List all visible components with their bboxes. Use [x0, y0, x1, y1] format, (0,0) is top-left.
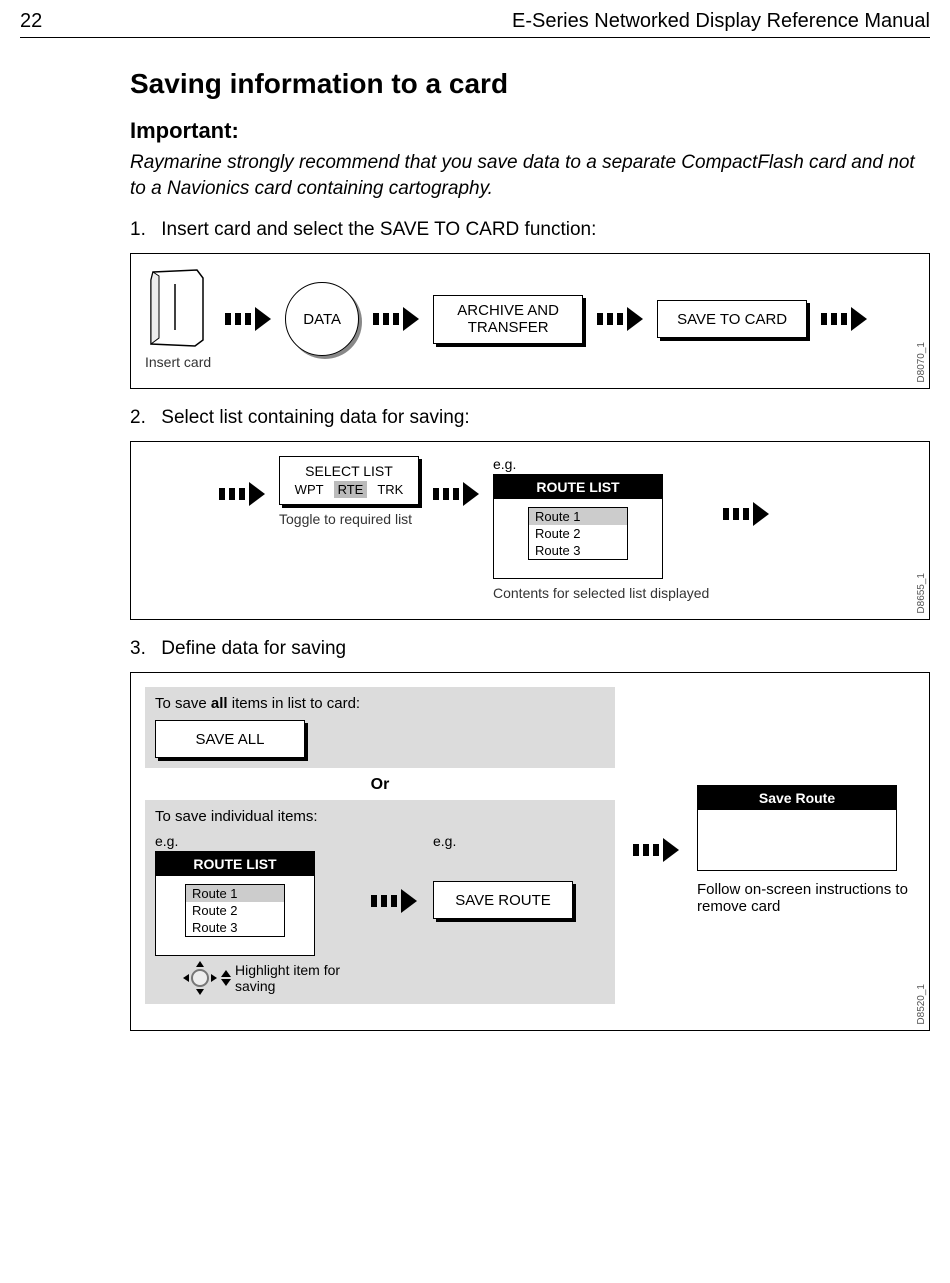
save-to-card-button[interactable]: SAVE TO CARD: [657, 300, 807, 338]
step-2-num: 2.: [130, 407, 156, 429]
compactflash-card-icon: [145, 268, 211, 348]
route-item-1[interactable]: Route 1: [529, 508, 627, 525]
important-note: Raymarine strongly recommend that you sa…: [130, 150, 930, 201]
toggle-caption: Toggle to required list: [279, 511, 419, 527]
step-1-num: 1.: [130, 219, 156, 241]
data-button[interactable]: DATA: [285, 282, 359, 356]
page-number: 22: [20, 10, 42, 33]
route-listbox[interactable]: Route 1 Route 2 Route 3: [528, 507, 628, 560]
step-3-text: Define data for saving: [161, 638, 346, 659]
arrow-right-icon: [371, 889, 417, 913]
step-2-text: Select list containing data for saving:: [161, 407, 469, 428]
save-route-label: SAVE ROUTE: [455, 892, 551, 909]
eg-label: e.g.: [433, 833, 573, 849]
select-list-title: SELECT LIST: [305, 463, 393, 479]
diagram-3: To save all items in list to card: SAVE …: [130, 672, 930, 1031]
save-all-heading: To save all items in list to card:: [155, 695, 605, 712]
archive-and-transfer-button[interactable]: ARCHIVE AND TRANSFER: [433, 295, 583, 344]
eg-label: e.g.: [155, 833, 355, 849]
route-list-panel: ROUTE LIST Route 1 Route 2 Route 3: [493, 474, 663, 579]
route-listbox[interactable]: Route 1 Route 2 Route 3: [185, 884, 285, 937]
manual-title: E-Series Networked Display Reference Man…: [512, 10, 930, 33]
arrow-right-icon: [373, 307, 419, 331]
follow-instructions: Follow on-screen instructions to remove …: [697, 881, 915, 915]
step-3: 3. Define data for saving: [130, 638, 930, 660]
diagram-code: D8070_1: [916, 342, 927, 383]
arrow-right-icon: [821, 307, 867, 331]
step-2: 2. Select list containing data for savin…: [130, 407, 930, 429]
save-all-block: To save all items in list to card: SAVE …: [145, 687, 615, 768]
save-route-button[interactable]: SAVE ROUTE: [433, 881, 573, 919]
diagram-code: D8655_1: [916, 573, 927, 614]
eg-label: e.g.: [493, 456, 516, 472]
route-list-panel: ROUTE LIST Route 1 Route 2 Route 3: [155, 851, 315, 956]
diagram-1: Insert card DATA ARCHIVE AND TRANSFER SA…: [130, 253, 930, 389]
select-list-option-wpt[interactable]: WPT: [291, 481, 328, 498]
diagram-code: D8520_1: [916, 984, 927, 1025]
contents-caption: Contents for selected list displayed: [493, 585, 709, 601]
or-label: Or: [145, 776, 615, 794]
diagram-2: SELECT LIST WPT RTE TRK Toggle to requir…: [130, 441, 930, 620]
arrow-right-icon: [225, 307, 271, 331]
trackpad-icon: [185, 963, 215, 993]
save-all-button[interactable]: SAVE ALL: [155, 720, 305, 758]
important-heading: Important:: [130, 118, 930, 144]
step-1-text: Insert card and select the SAVE TO CARD …: [161, 219, 596, 240]
route-list-title: ROUTE LIST: [156, 852, 314, 876]
insert-card-label: Insert card: [145, 354, 211, 370]
highlight-caption: Highlight item for saving: [235, 962, 355, 994]
up-down-arrows-icon: [221, 970, 231, 986]
route-item-2[interactable]: Route 2: [529, 525, 627, 542]
select-list-option-trk[interactable]: TRK: [373, 481, 407, 498]
step-1: 1. Insert card and select the SAVE TO CA…: [130, 219, 930, 241]
save-all-label: SAVE ALL: [196, 731, 265, 748]
route-item-3[interactable]: Route 3: [186, 919, 284, 936]
arrow-right-icon: [219, 482, 265, 506]
save-to-card-label: SAVE TO CARD: [677, 311, 787, 328]
route-list-title: ROUTE LIST: [494, 475, 662, 499]
step-3-num: 3.: [130, 638, 156, 660]
individual-heading: To save individual items:: [155, 808, 605, 825]
route-item-2[interactable]: Route 2: [186, 902, 284, 919]
arrow-right-icon: [633, 838, 679, 862]
save-route-dialog: Save Route: [697, 785, 897, 871]
route-item-3[interactable]: Route 3: [529, 542, 627, 559]
select-list-option-rte[interactable]: RTE: [334, 481, 368, 498]
archive-label: ARCHIVE AND TRANSFER: [457, 302, 559, 337]
arrow-right-icon: [433, 482, 479, 506]
arrow-right-icon: [723, 502, 769, 526]
select-list-button[interactable]: SELECT LIST WPT RTE TRK: [279, 456, 419, 505]
save-individual-block: To save individual items: e.g. ROUTE LIS…: [145, 800, 615, 1004]
route-item-1[interactable]: Route 1: [186, 885, 284, 902]
header-divider: [20, 37, 930, 38]
save-route-dialog-title: Save Route: [698, 786, 896, 810]
section-heading: Saving information to a card: [130, 68, 930, 100]
arrow-right-icon: [597, 307, 643, 331]
